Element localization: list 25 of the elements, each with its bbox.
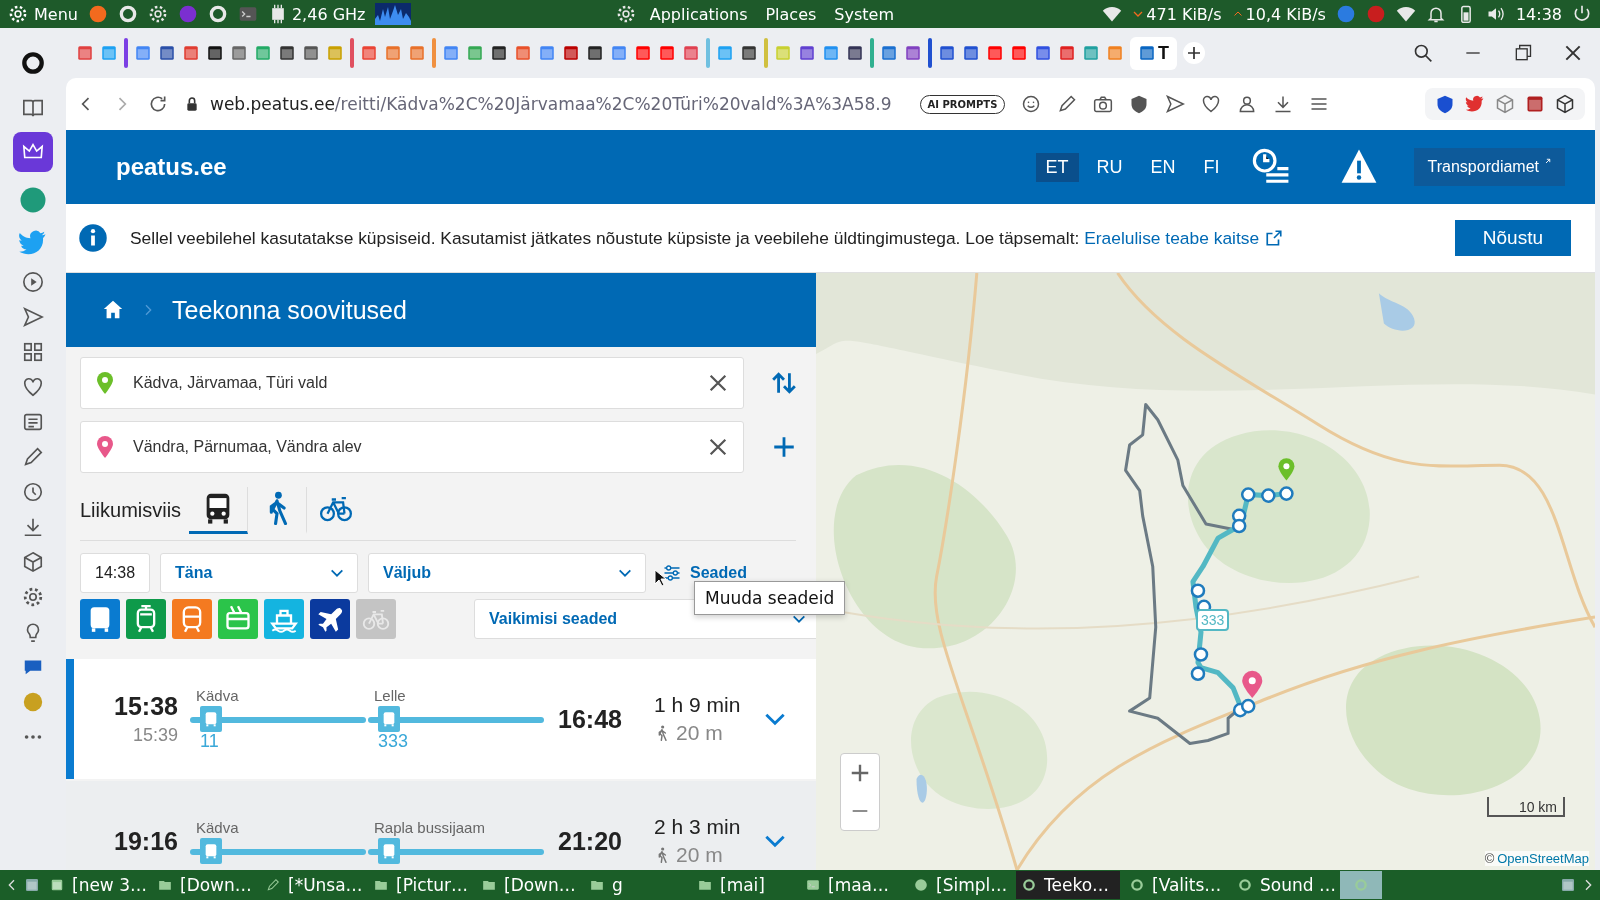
line-number: 333 xyxy=(377,731,410,751)
departure-time: 19:16 xyxy=(114,826,178,856)
upload-speed: 10,4 KiB/s xyxy=(1245,4,1326,24)
arrival-time: 21:20 xyxy=(558,826,623,856)
scale-bar: 10 km xyxy=(1486,797,1565,817)
page-title: Teekonna soovitused xyxy=(172,295,407,325)
route-number-label: 333 xyxy=(1196,609,1230,631)
download-speed: 471 KiB/s xyxy=(1146,4,1222,24)
cookie-notice: Sellel veebilehel kasutatakse küpsiseid. Kasutamist jätkates nõustute küpsiste ja veebilehe üldtingimustega. Loe täpsemalt: Eraelulise teabe kaitse xyxy=(130,227,1433,249)
line-number: 11 xyxy=(199,731,220,751)
realtime-departure: 15:39 xyxy=(132,725,178,746)
arrival-time: 16:48 xyxy=(558,704,623,734)
stop-name: Rapla bussijaam xyxy=(373,819,486,838)
duration: 1 h 9 min xyxy=(654,693,742,717)
stop-name: Lelle xyxy=(373,687,407,706)
departure-time: 15:38 xyxy=(114,692,178,721)
tooltip: Muuda seadeid xyxy=(694,581,846,615)
stop-name: Kädva xyxy=(195,819,240,838)
cpu-frequency: 2,46 GHz xyxy=(291,4,366,24)
stop-name: Kädva xyxy=(195,687,240,706)
duration: 2 h 3 min xyxy=(654,815,742,839)
walk-distance: 20 m xyxy=(676,721,723,745)
copyright-sign: © xyxy=(1484,851,1495,866)
mode-label: Liikumisviis xyxy=(80,499,182,522)
walk-distance: 20 m xyxy=(676,843,723,867)
